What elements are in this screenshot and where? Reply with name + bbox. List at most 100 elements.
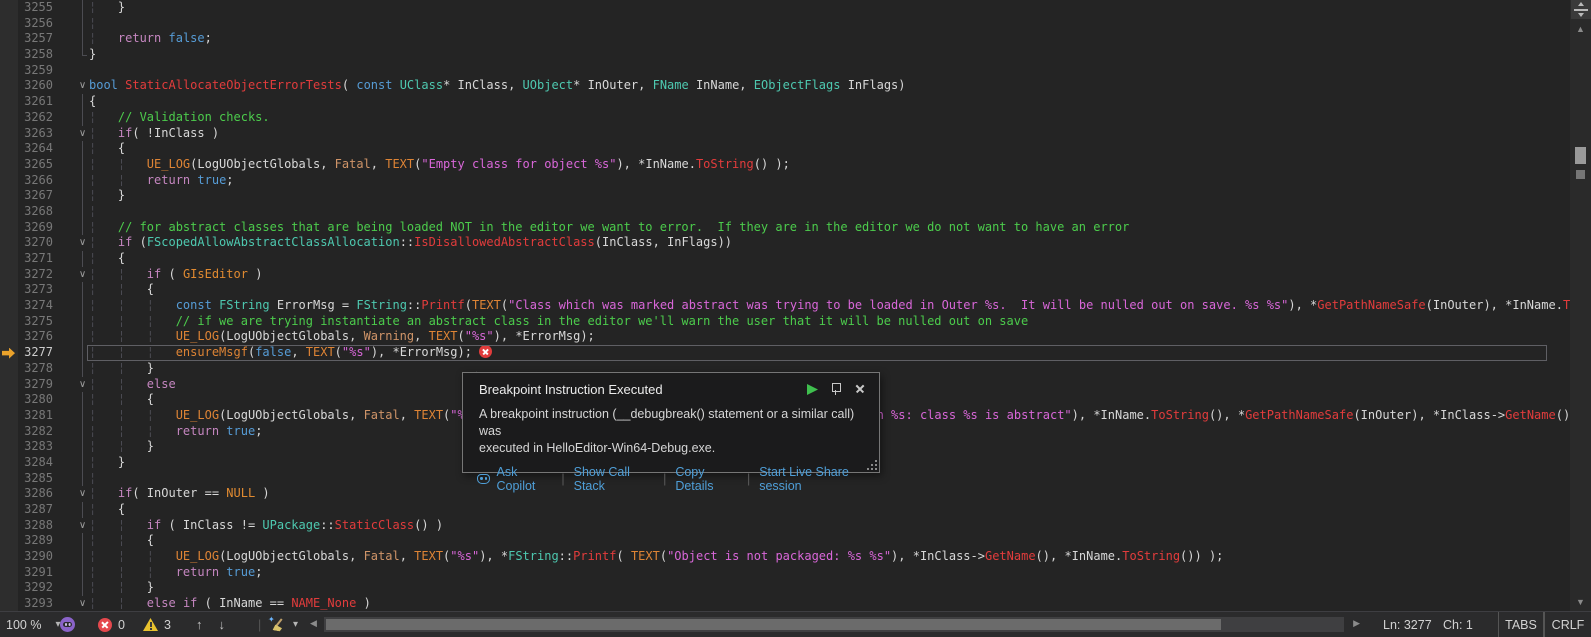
code-line[interactable]: 3289¦ ¦ {	[0, 533, 1591, 549]
indent-mode-indicator[interactable]: TABS	[1498, 612, 1544, 637]
breakpoint-margin[interactable]	[0, 471, 18, 487]
code-line[interactable]: 3255¦ }	[0, 0, 1591, 16]
breakpoint-margin[interactable]	[0, 126, 18, 142]
breakpoint-margin[interactable]	[0, 580, 18, 596]
code-line[interactable]: 3291¦ ¦ ¦ return true;	[0, 565, 1591, 581]
code-line[interactable]: 3287¦ {	[0, 502, 1591, 518]
zoom-control[interactable]: 100 % ▾	[6, 612, 60, 637]
breakpoint-margin[interactable]	[0, 141, 18, 157]
horizontal-scrollbar-track[interactable]	[324, 617, 1344, 632]
code-line[interactable]: 3263∨¦ if( !InClass )	[0, 126, 1591, 142]
show-call-stack-link[interactable]: Show Call Stack	[574, 465, 654, 493]
code-line[interactable]: 3256¦	[0, 16, 1591, 32]
vertical-scrollbar-thumb[interactable]	[1575, 147, 1586, 164]
vertical-scrollbar[interactable]: ▲ ▼	[1570, 19, 1591, 611]
breakpoint-margin[interactable]	[0, 486, 18, 502]
breakpoint-margin[interactable]	[0, 235, 18, 251]
code-line[interactable]: 3274¦ ¦ ¦ const FString ErrorMsg = FStri…	[0, 298, 1591, 314]
continue-play-icon[interactable]	[803, 381, 821, 397]
ask-copilot-link[interactable]: Ask Copilot	[496, 465, 552, 493]
breakpoint-margin[interactable]	[0, 549, 18, 565]
breakpoint-margin[interactable]	[0, 518, 18, 534]
code-line[interactable]: 3293∨¦ ¦ else if ( InName == NAME_None )	[0, 596, 1591, 611]
fold-collapse-icon[interactable]: ∨	[76, 78, 89, 94]
code-line[interactable]: 3271¦ {	[0, 251, 1591, 267]
fold-collapse-icon[interactable]: ∨	[76, 126, 89, 142]
breakpoint-margin[interactable]	[0, 220, 18, 236]
editor-split-handle[interactable]	[1570, 0, 1591, 19]
horizontal-scrollbar[interactable]: ◀ ▶	[310, 616, 1360, 633]
breakpoint-margin[interactable]	[0, 173, 18, 189]
prev-diagnostic-button[interactable]: ↑	[196, 617, 203, 632]
fold-collapse-icon[interactable]: ∨	[76, 267, 89, 283]
breakpoint-margin[interactable]	[0, 78, 18, 94]
scroll-down-arrow[interactable]: ▼	[1570, 597, 1591, 607]
breakpoint-margin[interactable]	[0, 94, 18, 110]
breakpoint-margin[interactable]	[0, 596, 18, 611]
breakpoint-margin[interactable]	[0, 392, 18, 408]
fold-collapse-icon[interactable]: ∨	[76, 235, 89, 251]
line-indicator[interactable]: Ln: 3277	[1383, 612, 1432, 637]
code-line[interactable]: 3288∨¦ ¦ if ( InClass != UPackage::Stati…	[0, 518, 1591, 534]
breakpoint-margin[interactable]	[0, 329, 18, 345]
close-icon[interactable]	[851, 381, 869, 397]
code-line[interactable]: 3266¦ ¦ return true;	[0, 173, 1591, 189]
code-lines[interactable]: 3255¦ }3256¦3257¦ return false;3258}3259…	[0, 0, 1591, 611]
warning-indicator[interactable]: 3	[143, 612, 171, 637]
column-indicator[interactable]: Ch: 1	[1443, 612, 1473, 637]
code-line[interactable]: 3270∨¦ if (FScopedAllowAbstractClassAllo…	[0, 235, 1591, 251]
breakpoint-margin[interactable]	[0, 455, 18, 471]
code-line[interactable]: 3290¦ ¦ ¦ UE_LOG(LogUObjectGlobals, Fata…	[0, 549, 1591, 565]
next-diagnostic-button[interactable]: ↓	[219, 617, 226, 632]
code-line[interactable]: 3272∨¦ ¦ if ( GIsEditor )	[0, 267, 1591, 283]
copilot-status-button[interactable]	[60, 612, 75, 637]
breakpoint-margin[interactable]	[0, 282, 18, 298]
code-line[interactable]: 3262¦ // Validation checks.	[0, 110, 1591, 126]
breakpoint-margin[interactable]	[0, 361, 18, 377]
breakpoint-margin[interactable]	[0, 298, 18, 314]
fold-collapse-icon[interactable]: ∨	[76, 596, 89, 611]
horizontal-scrollbar-thumb[interactable]	[326, 619, 1221, 630]
breakpoint-margin[interactable]	[0, 16, 18, 32]
breakpoint-margin[interactable]	[0, 424, 18, 440]
code-editor[interactable]: 3255¦ }3256¦3257¦ return false;3258}3259…	[0, 0, 1591, 611]
scroll-left-arrow[interactable]: ◀	[310, 618, 317, 629]
breakpoint-margin[interactable]	[0, 408, 18, 424]
fold-collapse-icon[interactable]: ∨	[76, 486, 89, 502]
code-line[interactable]: 3259	[0, 63, 1591, 79]
breakpoint-margin[interactable]	[0, 502, 18, 518]
fold-collapse-icon[interactable]: ∨	[76, 377, 89, 393]
code-line[interactable]: 3275¦ ¦ ¦ // if we are trying instantiat…	[0, 314, 1591, 330]
breakpoint-margin[interactable]	[0, 267, 18, 283]
fold-collapse-icon[interactable]: ∨	[76, 518, 89, 534]
scroll-right-arrow[interactable]: ▶	[1353, 618, 1360, 629]
breakpoint-margin[interactable]	[0, 251, 18, 267]
code-line[interactable]: 3261{	[0, 94, 1591, 110]
breakpoint-margin[interactable]	[0, 377, 18, 393]
scroll-up-arrow[interactable]: ▲	[1570, 24, 1591, 34]
code-line[interactable]: 3265¦ ¦ UE_LOG(LogUObjectGlobals, Fatal,…	[0, 157, 1591, 173]
breakpoint-margin[interactable]	[0, 439, 18, 455]
breakpoint-margin[interactable]	[0, 63, 18, 79]
error-indicator[interactable]: 0	[98, 612, 125, 637]
code-line[interactable]: 3260∨bool StaticAllocateObjectErrorTests…	[0, 78, 1591, 94]
line-ending-indicator[interactable]: CRLF	[1544, 612, 1591, 637]
breakpoint-margin[interactable]	[0, 110, 18, 126]
code-line[interactable]: 3276¦ ¦ ¦ UE_LOG(LogUObjectGlobals, Warn…	[0, 329, 1591, 345]
code-line[interactable]: 3258}	[0, 47, 1591, 63]
breakpoint-margin[interactable]	[0, 0, 18, 16]
popup-resize-grip[interactable]	[867, 460, 877, 470]
breakpoint-margin[interactable]	[0, 188, 18, 204]
code-line[interactable]: 3277¦ ¦ ¦ ensureMsgf(false, TEXT("%s"), …	[0, 345, 1591, 361]
breakpoint-margin[interactable]	[0, 533, 18, 549]
code-line[interactable]: 3273¦ ¦ {	[0, 282, 1591, 298]
start-live-share-link[interactable]: Start Live Share session	[759, 465, 879, 493]
breakpoint-margin[interactable]	[0, 47, 18, 63]
copy-details-link[interactable]: Copy Details	[675, 465, 738, 493]
breakpoint-margin[interactable]	[0, 314, 18, 330]
code-line[interactable]: 3267¦ }	[0, 188, 1591, 204]
breakpoint-margin[interactable]	[0, 157, 18, 173]
code-line[interactable]: 3292¦ ¦ }	[0, 580, 1591, 596]
breakpoint-margin[interactable]	[0, 204, 18, 220]
breakpoint-margin[interactable]	[0, 565, 18, 581]
